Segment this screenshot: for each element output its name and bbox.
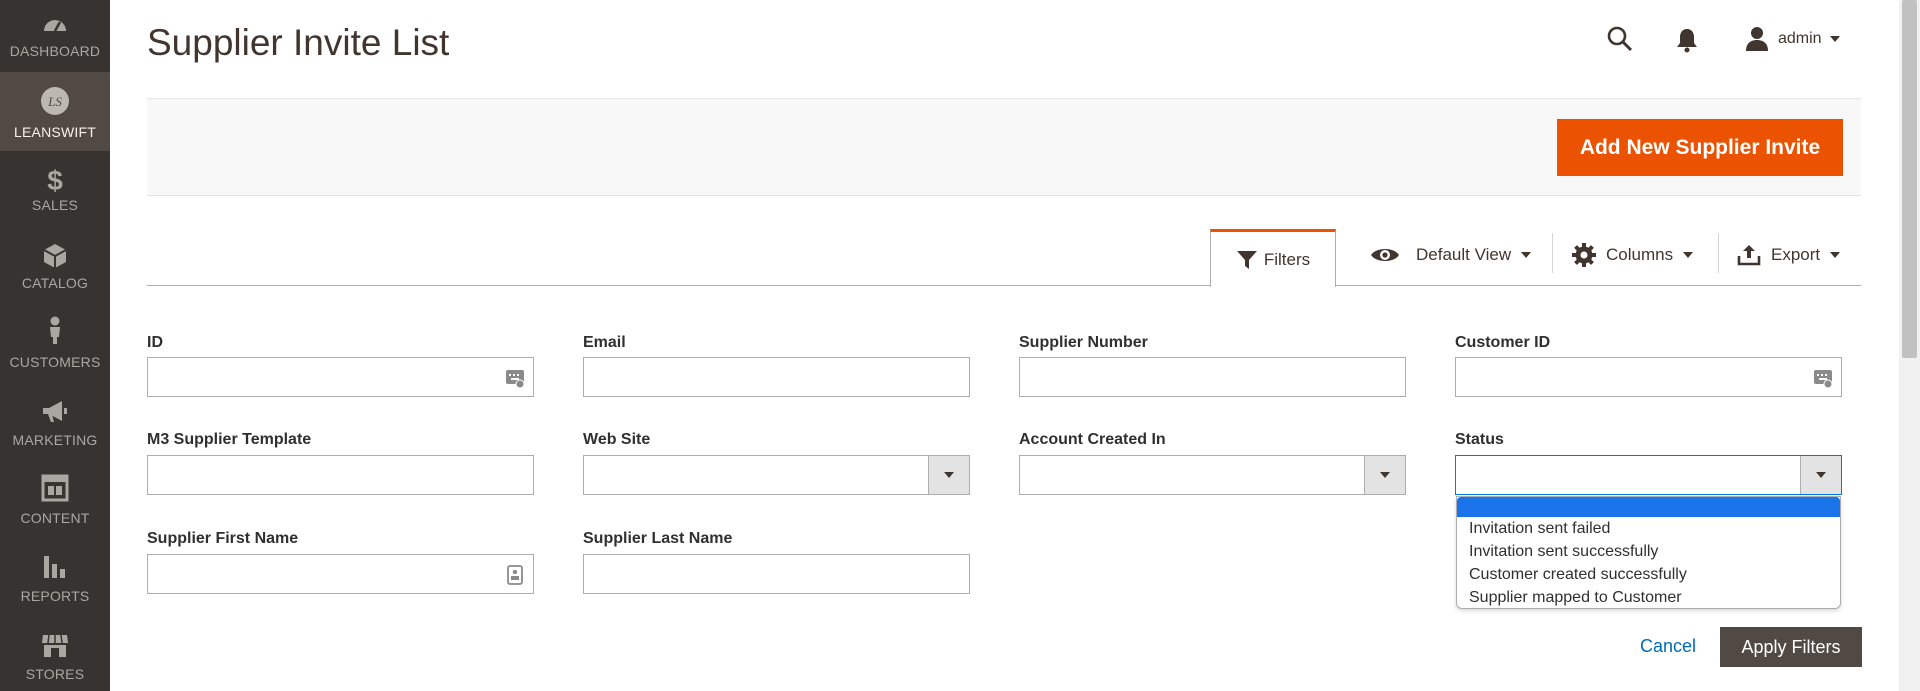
sidebar-item-content[interactable]: CONTENT: [0, 463, 110, 541]
status-option-empty[interactable]: [1457, 497, 1840, 517]
filter-first-name-label: Supplier First Name: [147, 530, 299, 547]
leanswift-logo-icon: LS: [41, 87, 69, 115]
sidebar-item-leanswift[interactable]: LS LEANSWIFT: [0, 72, 110, 151]
filter-id-label: ID: [147, 334, 163, 351]
admin-username: admin: [1778, 30, 1822, 47]
default-view-label: Default View: [1416, 245, 1512, 264]
bar-chart-icon: [44, 556, 65, 578]
sidebar-item-label: LEANSWIFT: [14, 124, 96, 140]
search-icon[interactable]: [1606, 25, 1634, 53]
default-view-dropdown[interactable]: Default View: [1370, 238, 1532, 272]
filter-first-name-input[interactable]: [147, 554, 534, 594]
filter-status-select[interactable]: [1455, 455, 1842, 495]
filter-status-label: Status: [1455, 431, 1504, 448]
sidebar-item-label: MARKETING: [12, 432, 98, 448]
filter-supplier-number-input[interactable]: [1019, 357, 1406, 397]
filter-supplier-number-label: Supplier Number: [1019, 334, 1148, 351]
megaphone-icon: [43, 401, 67, 422]
sidebar-item-dashboard[interactable]: DASHBOARD: [0, 0, 110, 72]
status-option[interactable]: Customer created successfully: [1457, 563, 1840, 586]
filter-funnel-icon: [1236, 250, 1257, 269]
cube-icon: [43, 244, 67, 268]
sidebar-item-label: SALES: [31, 197, 79, 213]
select-arrow-icon: [928, 456, 969, 494]
user-icon: [1746, 27, 1768, 51]
select-arrow-icon: [1800, 456, 1841, 494]
toolbar-separator: [1718, 233, 1719, 273]
page-scrollbar-thumb[interactable]: [1902, 0, 1917, 358]
sidebar-item-label: REPORTS: [20, 588, 90, 604]
sidebar-item-sales[interactable]: $ SALES: [0, 151, 110, 229]
sidebar-item-customers[interactable]: CUSTOMERS: [0, 307, 110, 385]
gear-icon: [1572, 243, 1596, 267]
sidebar-item-reports[interactable]: REPORTS: [0, 541, 110, 619]
sidebar-item-label: CONTENT: [20, 510, 90, 526]
filter-account-created-in-label: Account Created In: [1019, 431, 1166, 448]
notifications-bell-icon[interactable]: [1675, 27, 1699, 53]
eye-icon: [1371, 249, 1399, 261]
status-dropdown-list: Invitation sent failed Invitation sent s…: [1456, 496, 1841, 609]
sidebar-item-marketing[interactable]: MARKETING: [0, 385, 110, 463]
storefront-icon: [42, 634, 68, 657]
status-option[interactable]: Invitation sent failed: [1457, 517, 1840, 540]
filter-m3-template-label: M3 Supplier Template: [147, 431, 312, 448]
filter-email-input[interactable]: [583, 357, 970, 397]
filter-last-name-input[interactable]: [583, 554, 970, 594]
admin-user-menu[interactable]: admin: [1744, 26, 1840, 52]
chevron-down-icon: [1830, 252, 1841, 258]
sidebar-item-label: CATALOG: [21, 275, 89, 291]
sidebar-item-label: CUSTOMERS: [9, 354, 101, 370]
sidebar-item-label: STORES: [25, 666, 85, 682]
select-arrow-icon: [1364, 456, 1405, 494]
sidebar-item-catalog[interactable]: CATALOG: [0, 229, 110, 307]
tab-filters[interactable]: Filters: [1210, 229, 1336, 287]
toolbar-divider: [147, 285, 1861, 286]
chevron-down-icon: [1829, 36, 1840, 42]
add-new-supplier-invite-button[interactable]: Add New Supplier Invite: [1557, 119, 1843, 176]
toolbar-separator: [1552, 233, 1553, 273]
filter-id-input[interactable]: [147, 357, 534, 397]
columns-label: Columns: [1606, 245, 1674, 264]
chevron-down-icon: [1683, 252, 1694, 258]
filter-email-label: Email: [583, 334, 626, 351]
layout-icon: [41, 474, 69, 502]
sidebar-item-label: DASHBOARD: [9, 43, 101, 59]
cancel-button[interactable]: Cancel: [1640, 636, 1696, 657]
filter-last-name-label: Supplier Last Name: [583, 530, 733, 547]
svg-text:$: $: [47, 165, 63, 194]
apply-filters-button[interactable]: Apply Filters: [1720, 627, 1862, 667]
columns-dropdown[interactable]: Columns: [1572, 238, 1694, 272]
svg-text:LS: LS: [47, 94, 62, 109]
filter-customer-id-label: Customer ID: [1455, 334, 1551, 351]
export-upload-icon: [1737, 245, 1761, 266]
admin-sidebar: DASHBOARD LS LEANSWIFT $ SALES CATALOG C…: [0, 0, 110, 691]
chevron-down-icon: [1521, 252, 1532, 258]
contact-card-icon: [507, 565, 523, 585]
filter-m3-template-input[interactable]: [147, 455, 534, 495]
dollar-icon: $: [47, 165, 63, 194]
status-option[interactable]: Invitation sent successfully: [1457, 540, 1840, 563]
filter-customer-id-input[interactable]: [1455, 357, 1842, 397]
tab-filters-label: Filters: [1263, 249, 1311, 269]
dashboard-icon: [44, 20, 66, 32]
export-dropdown[interactable]: Export: [1737, 238, 1841, 272]
filter-website-label: Web Site: [583, 431, 651, 448]
export-label: Export: [1771, 245, 1821, 264]
status-option[interactable]: Supplier mapped to Customer: [1457, 586, 1840, 609]
keyboard-icon: [506, 370, 525, 388]
filter-website-select[interactable]: [583, 455, 970, 495]
sidebar-item-stores[interactable]: STORES: [0, 619, 110, 691]
page-title: Supplier Invite List: [147, 22, 450, 63]
filter-account-created-in-select[interactable]: [1019, 455, 1406, 495]
person-icon: [50, 316, 60, 344]
keyboard-icon: [1814, 370, 1833, 388]
